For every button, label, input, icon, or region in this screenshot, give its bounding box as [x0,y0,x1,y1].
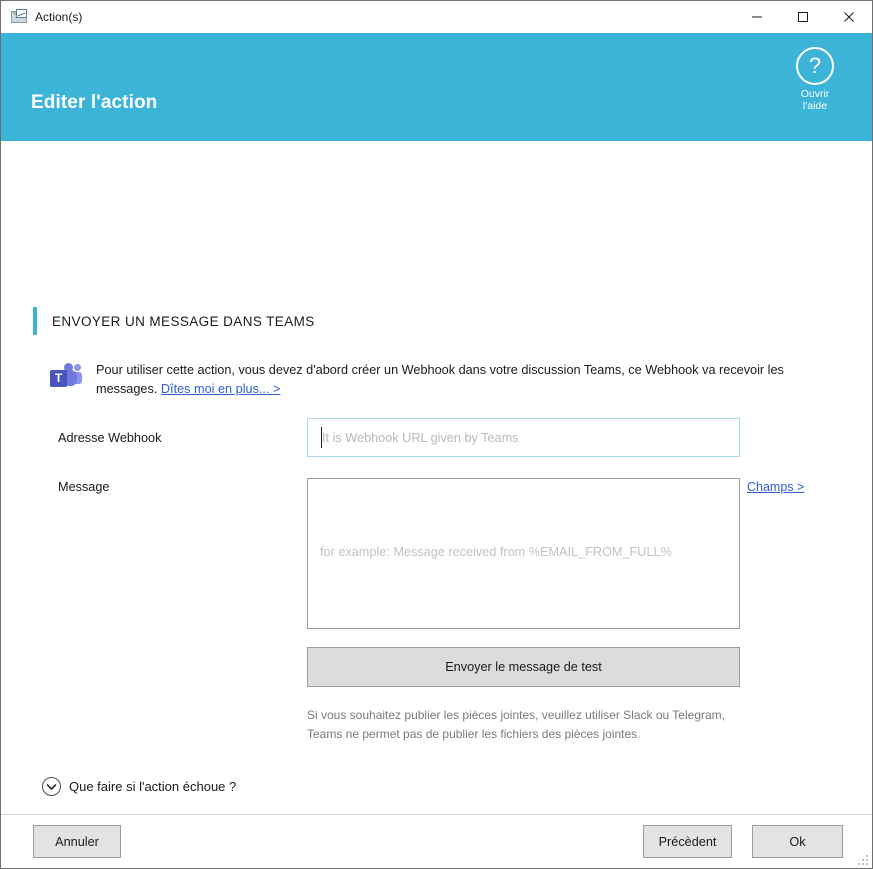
message-textarea[interactable]: for example: Message received from %EMAI… [307,478,740,629]
help-label-line2: l'aide [802,100,828,112]
message-label: Message [58,480,110,494]
content-area: ENVOYER UN MESSAGE DANS TEAMS T Pour uti… [1,141,872,817]
microsoft-teams-icon: T [49,363,83,391]
page-header: Editer l'action ? Ouvrir l'aide [1,33,872,141]
action-failure-section-toggle[interactable]: Que faire si l'action échoue ? [42,777,236,796]
footer-bar: Annuler Précèdent Ok [1,814,872,868]
open-help-button[interactable]: ? Ouvrir l'aide [782,47,848,112]
minimize-button[interactable] [734,1,780,32]
webhook-address-label: Adresse Webhook [58,431,162,445]
tell-me-more-link[interactable]: Dîtes moi en plus... > [161,382,281,396]
info-text-wrapper: Pour utiliser cette action, vous devez d… [96,361,794,399]
text-caret [321,427,322,448]
fields-link[interactable]: Champs > [747,480,804,494]
send-test-message-button[interactable]: Envoyer le message de test [307,647,740,687]
section-header: ENVOYER UN MESSAGE DANS TEAMS [33,307,315,335]
attachments-note: Si vous souhaitez publier les pièces joi… [307,708,725,741]
cancel-button[interactable]: Annuler [33,825,121,858]
title-bar: Action(s) [1,1,872,33]
action-failure-label: Que faire si l'action échoue ? [69,779,237,794]
window-controls [734,1,872,32]
question-mark-icon: ? [796,47,834,85]
window-title: Action(s) [35,10,83,24]
page-title: Editer l'action [31,92,158,113]
resize-grip[interactable] [854,851,868,865]
section-accent-bar [33,307,37,335]
webhook-address-input[interactable] [307,418,740,457]
info-banner: T Pour utiliser cette action, vous devez… [49,361,794,399]
maximize-button[interactable] [780,1,826,32]
help-label-line1: Ouvrir [800,88,830,100]
chevron-down-icon [42,777,61,796]
close-button[interactable] [826,1,872,32]
ok-button[interactable]: Ok [752,825,843,858]
mail-chart-icon [11,9,27,25]
section-title: ENVOYER UN MESSAGE DANS TEAMS [52,313,315,329]
previous-button[interactable]: Précèdent [643,825,732,858]
message-placeholder: for example: Message received from %EMAI… [320,545,672,559]
action-editor-window: Action(s) Editer l'action ? Ouvrir l'aid… [0,0,873,869]
